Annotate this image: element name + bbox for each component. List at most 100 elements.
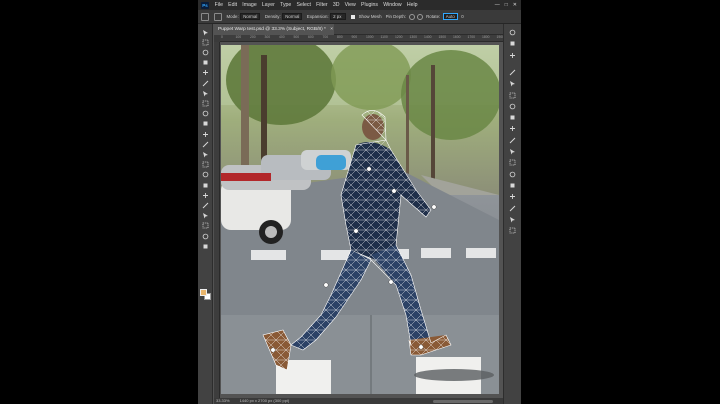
menu-help[interactable]: Help — [404, 2, 420, 8]
color-icon[interactable] — [508, 170, 517, 179]
document-tab[interactable]: Puppet Warp test.psd @ 33.3% (Subject, R… — [214, 24, 334, 35]
puppet-pin — [391, 188, 397, 194]
menu-window[interactable]: Window — [381, 2, 405, 8]
path-select-icon[interactable] — [201, 201, 210, 209]
blur-icon[interactable] — [201, 161, 210, 169]
ruler-tick-label: 600 — [308, 35, 314, 39]
layers-icon[interactable] — [508, 226, 517, 235]
tools-panel — [198, 24, 213, 404]
play-icon[interactable] — [508, 39, 517, 48]
menu-edit[interactable]: Edit — [226, 2, 240, 8]
vertical-ruler[interactable] — [214, 42, 220, 398]
puppet-pin — [270, 347, 276, 353]
menu-image[interactable]: Image — [240, 2, 260, 8]
document-canvas[interactable] — [221, 45, 499, 394]
pin-depth-forward-icon[interactable] — [408, 13, 415, 20]
pen-icon[interactable] — [201, 181, 210, 189]
ruler-tick-label: 800 — [337, 35, 343, 39]
density-label: Density: — [264, 14, 281, 19]
ruler-tick-label: 700 — [322, 35, 329, 39]
pin-depth-backward-icon[interactable] — [416, 13, 423, 20]
properties-icon[interactable] — [508, 181, 517, 190]
horizontal-ruler[interactable]: 0 100 200 300 400 500 600 700 800 900 1000 1100 1200… — [220, 35, 504, 42]
home-icon[interactable] — [201, 12, 209, 21]
puppet-warp-tool-icon[interactable] — [214, 12, 222, 21]
menu-view[interactable]: View — [342, 2, 358, 8]
menu-select[interactable]: Select — [294, 2, 314, 8]
photoshop-logo: Ps — [201, 1, 209, 9]
ruler-tick-label: 900 — [351, 35, 358, 39]
lasso-icon[interactable] — [201, 48, 210, 56]
clone-stamp-icon[interactable] — [201, 120, 210, 128]
ruler-tick-label: 1100 — [380, 35, 388, 39]
styles-icon[interactable] — [508, 124, 517, 133]
zoom-level[interactable]: 33.33% — [216, 398, 230, 404]
ruler-tick-label: 300 — [264, 35, 271, 39]
hand-icon[interactable] — [201, 222, 210, 230]
document-tab-bar: Puppet Warp test.psd @ 33.3% (Subject, R… — [214, 24, 503, 35]
dodge-icon[interactable] — [201, 171, 210, 179]
ruler-tick-label: 400 — [279, 35, 285, 39]
object-select-icon[interactable] — [201, 59, 210, 67]
eyedropper-icon[interactable] — [201, 89, 210, 97]
menu-type[interactable]: Type — [277, 2, 293, 8]
foreground-color-swatch[interactable] — [200, 289, 207, 296]
more-tools-icon[interactable] — [201, 242, 210, 250]
brush-icon[interactable] — [201, 110, 210, 118]
menu-layer[interactable]: Layer — [259, 2, 277, 8]
close-tab-icon[interactable]: × — [330, 27, 333, 32]
gradients-icon[interactable] — [508, 147, 517, 156]
paths-icon[interactable] — [508, 215, 517, 224]
ruler-tick-label: 0 — [221, 35, 223, 39]
puppet-pin — [431, 204, 437, 210]
patterns-icon[interactable] — [508, 158, 517, 167]
status-bar: 33.33% 1440 px x 2700 px (300 ppi) — [214, 398, 503, 404]
ruler-tick-label: 1700 — [467, 35, 476, 39]
move-icon[interactable] — [201, 28, 210, 36]
maximize-icon[interactable]: □ — [505, 2, 508, 8]
menu-filter[interactable]: Filter — [314, 2, 331, 8]
history-icon[interactable] — [508, 28, 517, 37]
frame-icon[interactable] — [201, 79, 210, 87]
paragraph-icon[interactable] — [508, 91, 517, 100]
type-icon[interactable] — [201, 191, 210, 199]
ruler-tick-label: 200 — [250, 35, 256, 39]
rotate-select[interactable]: Auto — [442, 13, 458, 20]
ruler-tick-label: 1300 — [409, 35, 418, 39]
ruler-tick-label: 1400 — [424, 35, 432, 39]
character-icon[interactable] — [508, 79, 517, 88]
expansion-input[interactable]: 2 px — [330, 13, 347, 20]
document-dimensions[interactable]: 1440 px x 2700 px (300 ppi) — [240, 398, 290, 404]
eraser-icon[interactable] — [201, 140, 210, 148]
puppet-pin — [418, 344, 424, 350]
crop-icon[interactable] — [201, 69, 210, 77]
marquee-icon[interactable] — [201, 38, 210, 46]
zoom-icon[interactable] — [201, 232, 210, 240]
show-mesh-checkbox[interactable] — [351, 14, 356, 19]
density-select[interactable]: Normal — [282, 13, 303, 20]
info-icon[interactable] — [508, 68, 517, 77]
puppet-pin — [353, 228, 359, 234]
rectangle-icon[interactable] — [201, 212, 210, 220]
menu-3d[interactable]: 3D — [330, 2, 342, 8]
history-brush-icon[interactable] — [201, 130, 210, 138]
photoshop-window: Ps File Edit Image Layer Type Select Fil… — [198, 0, 521, 404]
close-icon[interactable]: ✕ — [513, 2, 517, 8]
libraries-icon[interactable] — [508, 192, 517, 201]
gradient-icon[interactable] — [201, 150, 210, 158]
horizontal-scrollbar[interactable] — [433, 399, 493, 403]
rotate-degrees[interactable]: 0 — [461, 14, 463, 19]
healing-icon[interactable] — [201, 99, 210, 107]
3d-icon[interactable] — [508, 113, 517, 122]
menu-bar: Ps File Edit Image Layer Type Select Fil… — [198, 0, 521, 10]
mode-select[interactable]: Normal — [240, 13, 261, 20]
adjust-icon[interactable] — [508, 102, 517, 111]
pin-depth-label: Pin Depth: — [385, 14, 407, 19]
menu-file[interactable]: File — [212, 2, 226, 8]
swatches-icon[interactable] — [508, 136, 517, 145]
channels-icon[interactable] — [508, 204, 517, 213]
ruler-tick-label: 1500 — [438, 35, 447, 39]
minimize-icon[interactable]: — — [495, 2, 500, 8]
menu-plugins[interactable]: Plugins — [358, 2, 380, 8]
stop-icon[interactable] — [508, 51, 517, 60]
